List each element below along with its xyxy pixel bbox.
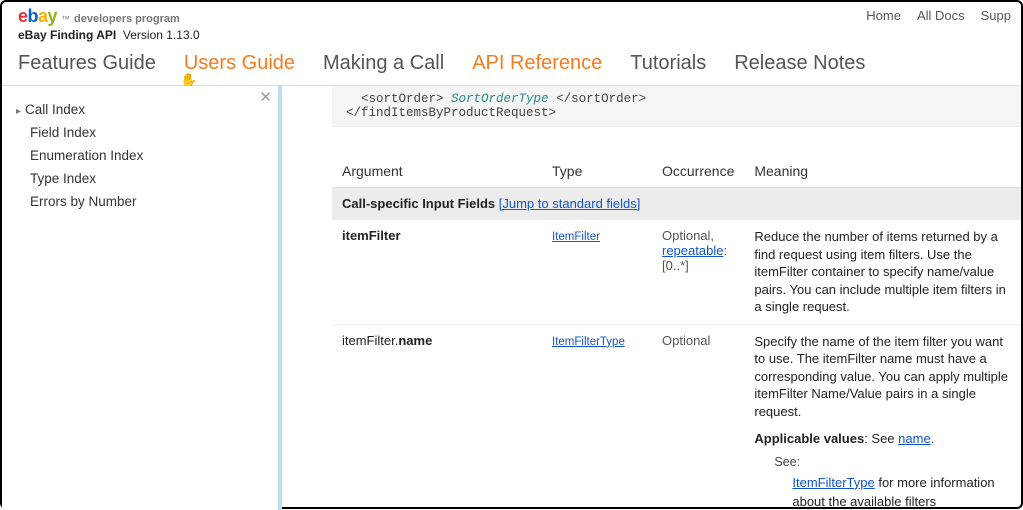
sidebar-item-enumeration-index[interactable]: Enumeration Index	[16, 144, 268, 167]
table-row: itemFilter ItemFilter Optional,repeatabl…	[332, 219, 1021, 324]
repeatable-link[interactable]: repeatable	[662, 243, 723, 258]
tab-features-guide[interactable]: Features Guide	[18, 52, 156, 75]
col-type: Type	[542, 155, 652, 188]
close-icon[interactable]: ✕	[259, 88, 272, 106]
arguments-table: Argument Type Occurrence Meaning Call-sp…	[332, 155, 1021, 510]
col-occurrence: Occurrence	[652, 155, 744, 188]
top-link-all-docs[interactable]: All Docs	[917, 8, 965, 23]
col-argument: Argument	[332, 155, 542, 188]
tab-release-notes[interactable]: Release Notes	[734, 52, 865, 75]
tab-api-reference[interactable]: API Reference	[472, 52, 602, 75]
meaning-cell: Specify the name of the item filter you …	[744, 324, 1021, 510]
tab-tutorials[interactable]: Tutorials	[630, 52, 706, 75]
sidebar-item-field-index[interactable]: Field Index	[16, 121, 268, 144]
type-link-itemfilter[interactable]: ItemFilter	[552, 231, 600, 243]
arg-itemfilter-name: itemFilter.name	[332, 324, 542, 510]
top-utility-nav: Home All Docs Supp	[866, 6, 1011, 23]
primary-nav: Features Guide Users Guide Making a Call…	[2, 42, 1021, 85]
sidebar-item-errors-by-number[interactable]: Errors by Number	[16, 190, 268, 213]
trademark: ™	[61, 14, 70, 25]
top-link-support[interactable]: Supp	[981, 8, 1011, 23]
ebay-logo: ebay	[18, 6, 57, 28]
tab-users-guide[interactable]: Users Guide	[184, 52, 295, 75]
name-link[interactable]: name	[898, 431, 931, 446]
developers-program-label: developers program	[74, 13, 180, 26]
arg-itemfilter: itemFilter	[342, 228, 401, 243]
occurrence-cell: Optional,repeatable: [0..*]	[652, 219, 744, 324]
sidebar-item-type-index[interactable]: Type Index	[16, 167, 268, 190]
tab-making-a-call[interactable]: Making a Call	[323, 52, 444, 75]
top-link-home[interactable]: Home	[866, 8, 901, 23]
see-link-itemfiltertype[interactable]: ItemFilterType	[792, 475, 874, 490]
sidebar-item-call-index[interactable]: Call Index	[16, 98, 268, 121]
code-sample: <sortOrder> SortOrderType </sortOrder> <…	[332, 86, 1021, 127]
content-area: <sortOrder> SortOrderType </sortOrder> <…	[282, 86, 1021, 510]
type-link-itemfiltertype[interactable]: ItemFilterType	[552, 336, 625, 348]
section-header-row: Call-specific Input Fields [Jump to stan…	[332, 187, 1021, 219]
brand: ebay ™ developers program eBay Finding AP…	[18, 6, 200, 42]
occurrence-cell: Optional	[652, 324, 744, 510]
col-meaning: Meaning	[744, 155, 1021, 188]
jump-to-standard-fields-link[interactable]: [Jump to standard fields]	[499, 196, 641, 211]
meaning-cell: Reduce the number of items returned by a…	[744, 219, 1021, 324]
api-title-line: eBay Finding API Version 1.13.0	[18, 28, 200, 42]
sidebar: ✕ Call Index Field Index Enumeration Ind…	[2, 86, 282, 510]
table-row: itemFilter.name ItemFilterType Optional …	[332, 324, 1021, 510]
